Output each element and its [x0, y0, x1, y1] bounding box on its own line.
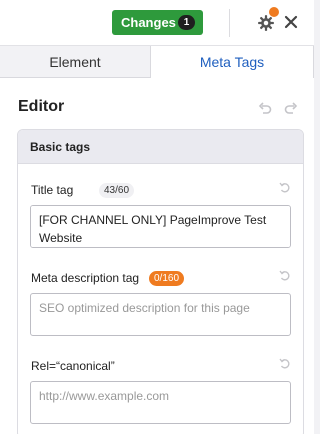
tab-bar: Element Meta Tags [0, 46, 314, 78]
reset-canonical-icon[interactable] [279, 358, 291, 370]
title-tag-label: Title tag [31, 183, 74, 197]
tab-meta-tags[interactable]: Meta Tags [150, 46, 314, 78]
editor-panel: Editor Basic tags Title tag 43/60 [FOR C… [0, 78, 314, 434]
canonical-label: Rel=“canonical” [31, 359, 115, 373]
editor-title: Editor [18, 98, 65, 115]
basic-tags-header: Basic tags [18, 130, 303, 164]
top-toolbar: Changes 1 [0, 0, 314, 46]
tab-element-label: Element [49, 53, 101, 70]
toolbar-divider [229, 9, 230, 37]
changes-button[interactable]: Changes 1 [112, 10, 203, 35]
reset-title-icon[interactable] [279, 182, 291, 194]
meta-description-counter: 0/160 [149, 271, 185, 286]
reset-description-icon[interactable] [279, 270, 291, 282]
canonical-input[interactable] [30, 381, 291, 424]
redo-icon[interactable] [284, 102, 298, 114]
meta-description-input[interactable] [30, 293, 291, 336]
meta-description-label: Meta description tag [31, 271, 140, 285]
close-icon[interactable] [284, 15, 298, 29]
tab-meta-tags-label: Meta Tags [199, 54, 265, 70]
undo-icon[interactable] [258, 102, 272, 114]
basic-tags-section: Basic tags Title tag 43/60 [FOR CHANNEL … [17, 129, 304, 434]
tab-element[interactable]: Element [0, 46, 150, 78]
title-tag-input[interactable]: [FOR CHANNEL ONLY] PageImprove Test Webs… [30, 205, 291, 248]
title-tag-counter: 43/60 [99, 183, 135, 198]
notification-dot [269, 7, 279, 17]
changes-button-label: Changes [121, 15, 176, 30]
changes-count-badge: 1 [178, 15, 195, 30]
